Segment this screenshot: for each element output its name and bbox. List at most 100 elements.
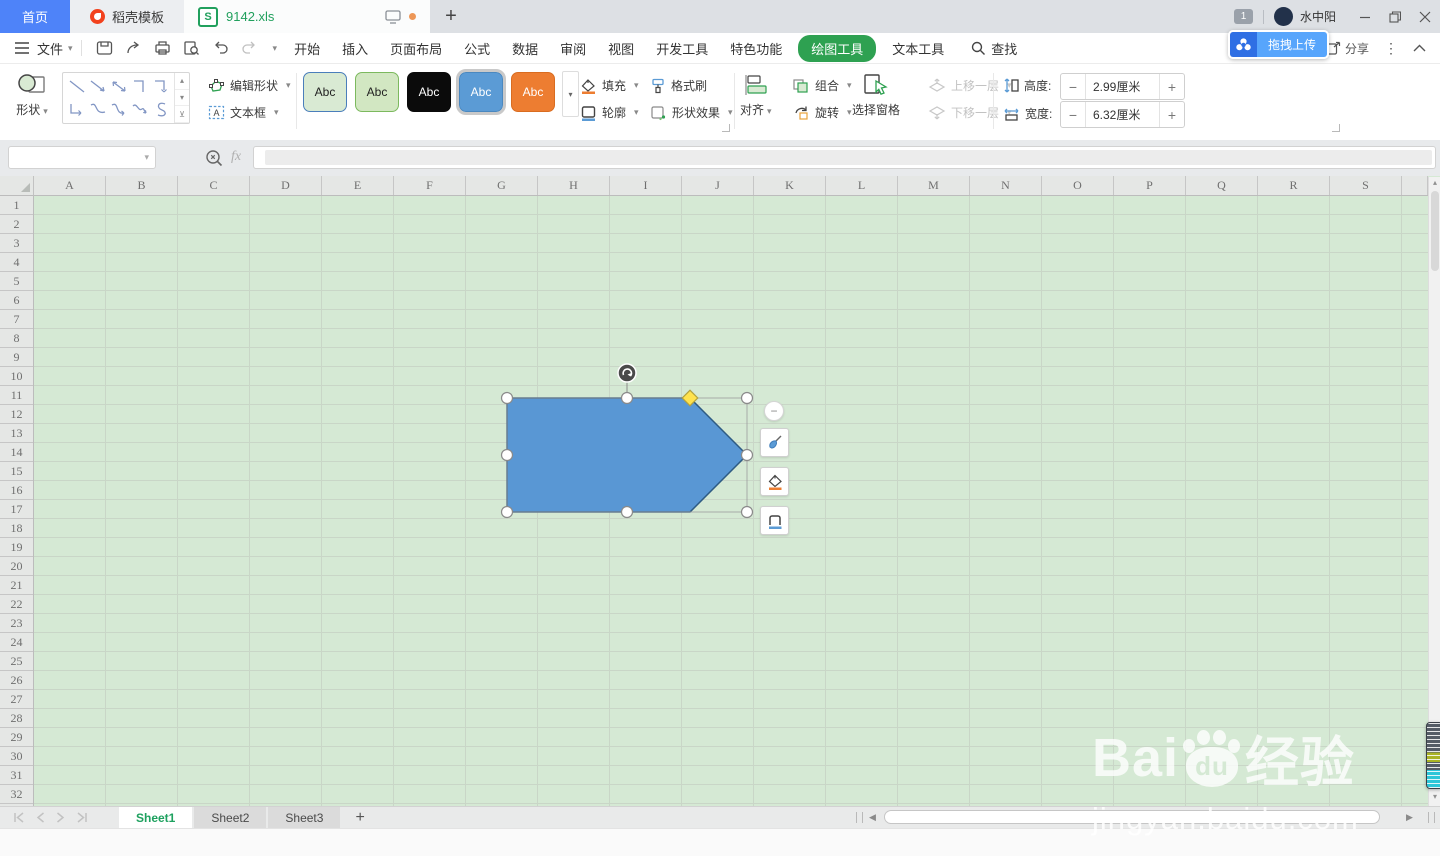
column-header-F[interactable]: F xyxy=(394,176,466,195)
elbow-arrow-up-icon[interactable] xyxy=(66,98,87,121)
squiggle-arrow-icon[interactable] xyxy=(129,98,150,121)
find-button[interactable]: 查找 xyxy=(971,39,1017,58)
dialog-launcher[interactable] xyxy=(722,124,730,132)
column-header-K[interactable]: K xyxy=(754,176,826,195)
menu-公式[interactable]: 公式 xyxy=(453,39,501,58)
row-header-7[interactable]: 7 xyxy=(0,310,33,329)
row-header-1[interactable]: 1 xyxy=(0,196,33,215)
align-button[interactable]: 对齐 ▾ xyxy=(740,73,772,118)
gallery-scroll-up-icon[interactable]: ▴ xyxy=(175,73,189,90)
column-header-L[interactable]: L xyxy=(826,176,898,195)
width-increase-button[interactable]: + xyxy=(1160,107,1184,123)
curve-connector-icon[interactable] xyxy=(87,98,108,121)
column-header-A[interactable]: A xyxy=(34,176,106,195)
select-all-corner[interactable] xyxy=(0,176,34,196)
row-header-23[interactable]: 23 xyxy=(0,614,33,633)
minimize-button[interactable] xyxy=(1350,0,1380,33)
freeform-s-icon[interactable] xyxy=(150,98,171,121)
drag-upload-button[interactable]: 拖拽上传 xyxy=(1228,30,1330,59)
row-header-24[interactable]: 24 xyxy=(0,633,33,652)
text-box-button[interactable]: A 文本框 ▾ xyxy=(208,104,279,121)
prev-sheet-icon[interactable] xyxy=(36,812,45,823)
scroll-down-icon[interactable]: ▾ xyxy=(1429,792,1440,801)
collapse-ribbon-icon[interactable] xyxy=(1413,44,1426,52)
username[interactable]: 水中阳 xyxy=(1300,8,1336,25)
fill-button[interactable]: 填充 ▾ xyxy=(580,77,639,94)
row-header-32[interactable]: 32 xyxy=(0,785,33,804)
column-header-C[interactable]: C xyxy=(178,176,250,195)
next-sheet-icon[interactable] xyxy=(56,812,65,823)
column-header-D[interactable]: D xyxy=(250,176,322,195)
column-header-R[interactable]: R xyxy=(1258,176,1330,195)
menu-审阅[interactable]: 审阅 xyxy=(549,39,597,58)
column-header-N[interactable]: N xyxy=(970,176,1042,195)
column-header-G[interactable]: G xyxy=(466,176,538,195)
sheet-tab-Sheet3[interactable]: Sheet3 xyxy=(268,807,341,828)
menu-页面布局[interactable]: 页面布局 xyxy=(379,39,453,58)
monitor-icon[interactable] xyxy=(385,9,401,24)
menu-文本工具[interactable]: 文本工具 xyxy=(881,39,955,58)
row-header-5[interactable]: 5 xyxy=(0,272,33,291)
tab-docer[interactable]: 稻壳模板 xyxy=(70,0,185,33)
shape-style-swatch-1[interactable]: Abc xyxy=(303,72,347,112)
row-header-21[interactable]: 21 xyxy=(0,576,33,595)
row-header-14[interactable]: 14 xyxy=(0,443,33,462)
avatar[interactable] xyxy=(1273,7,1293,26)
row-header-26[interactable]: 26 xyxy=(0,671,33,690)
style-gallery-more-icon[interactable]: ▾ xyxy=(562,71,579,117)
file-menu[interactable]: 文件 xyxy=(37,39,63,58)
double-arrow-shape-icon[interactable] xyxy=(108,75,129,98)
shape-style-swatch-3[interactable]: Abc xyxy=(407,72,451,112)
elbow-arrow-connector-icon[interactable] xyxy=(150,75,171,98)
new-tab-button[interactable]: + xyxy=(430,0,472,33)
collapse-side-tools-button[interactable]: − xyxy=(764,401,784,421)
hamburger-icon[interactable] xyxy=(14,41,30,55)
menu-数据[interactable]: 数据 xyxy=(501,39,549,58)
hscroll-split-handle[interactable] xyxy=(856,812,863,823)
column-header-M[interactable]: M xyxy=(898,176,970,195)
column-header-J[interactable]: J xyxy=(682,176,754,195)
cell-grid[interactable] xyxy=(34,196,1428,806)
row-header-19[interactable]: 19 xyxy=(0,538,33,557)
hscroll-left-icon[interactable]: ◀ xyxy=(869,812,876,823)
redo-icon[interactable] xyxy=(241,40,258,56)
add-sheet-button[interactable]: + xyxy=(342,807,377,828)
column-header-I[interactable]: I xyxy=(610,176,682,195)
group-button[interactable]: 组合 ▾ xyxy=(792,77,852,94)
height-increase-button[interactable]: + xyxy=(1160,79,1184,95)
print-preview-icon[interactable] xyxy=(183,40,200,56)
tab-document[interactable]: S 9142.xls xyxy=(184,0,431,33)
outline-button[interactable]: 轮廓 ▾ xyxy=(580,104,639,121)
restore-button[interactable] xyxy=(1380,0,1410,33)
share-button[interactable]: 分享 xyxy=(1326,40,1369,57)
bring-forward-button[interactable]: 上移一层 ▾ xyxy=(928,77,1012,94)
row-header-30[interactable]: 30 xyxy=(0,747,33,766)
shape-style-swatch-4[interactable]: Abc xyxy=(456,69,506,115)
menu-插入[interactable]: 插入 xyxy=(331,39,379,58)
row-header-2[interactable]: 2 xyxy=(0,215,33,234)
row-header-28[interactable]: 28 xyxy=(0,709,33,728)
row-header-11[interactable]: 11 xyxy=(0,386,33,405)
menu-视图[interactable]: 视图 xyxy=(597,39,645,58)
print-icon[interactable] xyxy=(154,40,171,56)
row-header-9[interactable]: 9 xyxy=(0,348,33,367)
width-decrease-button[interactable]: − xyxy=(1061,107,1085,123)
scroll-up-icon[interactable]: ▴ xyxy=(1429,178,1440,187)
first-sheet-icon[interactable] xyxy=(12,812,25,823)
format-painter-button[interactable]: 格式刷 xyxy=(650,77,707,94)
elbow-connector-icon[interactable] xyxy=(129,75,150,98)
menu-开始[interactable]: 开始 xyxy=(283,39,331,58)
shape-style-swatch-5[interactable]: Abc xyxy=(511,72,555,112)
row-header-4[interactable]: 4 xyxy=(0,253,33,272)
save-icon[interactable] xyxy=(96,40,113,56)
row-header-17[interactable]: 17 xyxy=(0,500,33,519)
hscroll-split-handle[interactable] xyxy=(1428,812,1435,823)
horizontal-scroll-thumb[interactable] xyxy=(884,810,1380,824)
row-header-29[interactable]: 29 xyxy=(0,728,33,747)
line-shape-icon[interactable] xyxy=(66,75,87,98)
formula-input[interactable] xyxy=(253,146,1436,169)
column-header-O[interactable]: O xyxy=(1042,176,1114,195)
curved-arrow-icon[interactable] xyxy=(108,98,129,121)
zoom-formula-icon[interactable] xyxy=(205,149,223,167)
sheet-tab-Sheet1[interactable]: Sheet1 xyxy=(119,807,193,828)
